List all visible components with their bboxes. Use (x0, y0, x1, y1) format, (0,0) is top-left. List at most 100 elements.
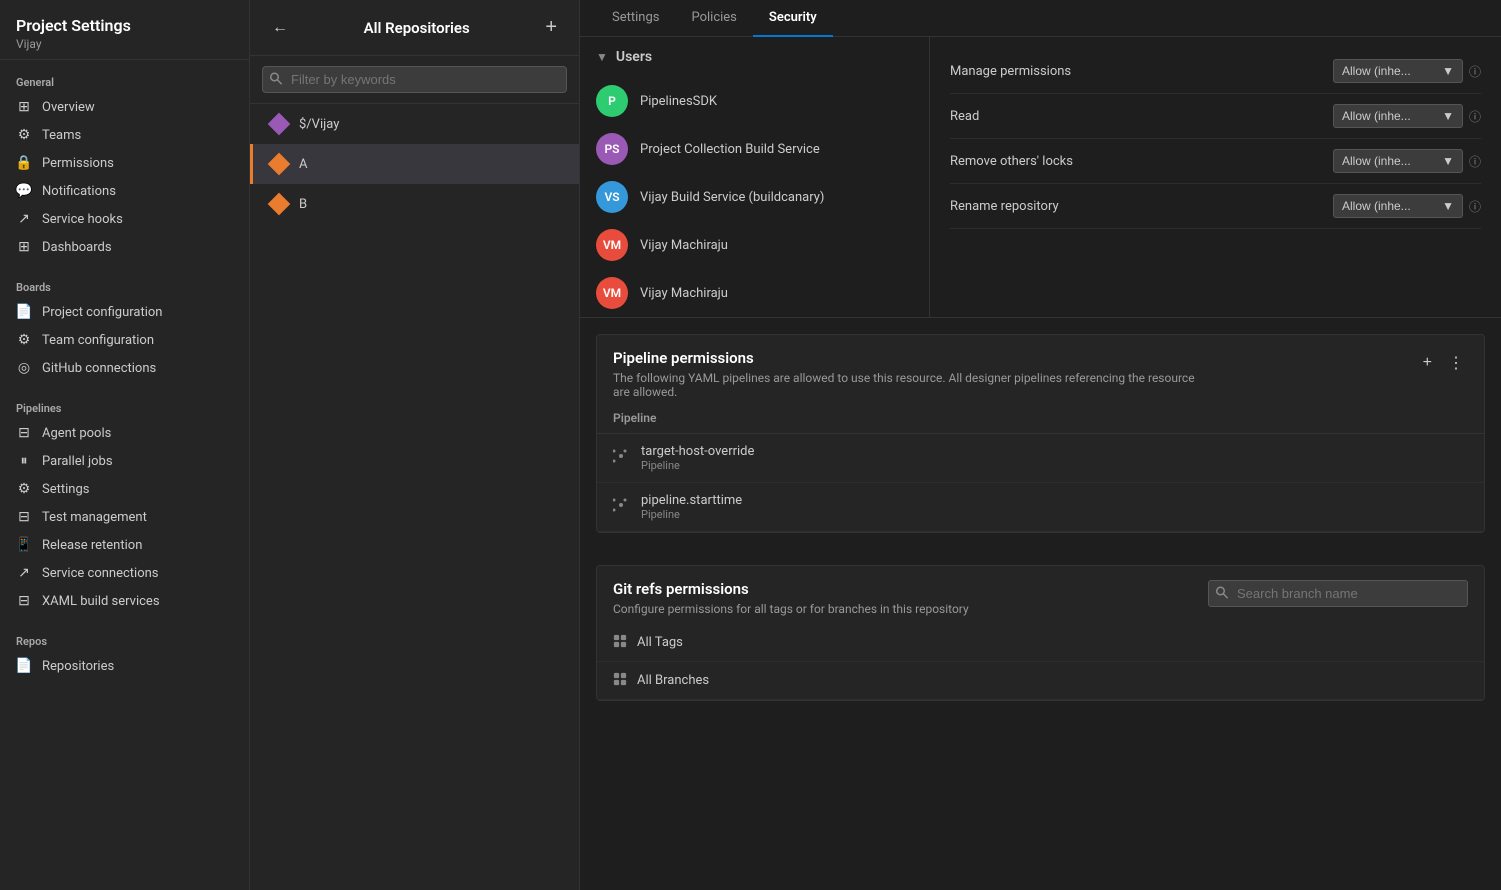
sidebar-item-project-configuration[interactable]: 📄 Project configuration (0, 298, 249, 326)
sidebar: Project Settings Vijay General ⊞ Overvie… (0, 0, 250, 890)
repo-item-a[interactable]: A (250, 144, 579, 184)
user-item-project-collection[interactable]: PS Project Collection Build Service (580, 125, 929, 173)
tab-policies[interactable]: Policies (675, 0, 752, 37)
avatar-pipelines-sdk: P (596, 85, 628, 117)
git-refs-desc: Configure permissions for all tags or fo… (613, 602, 969, 616)
permission-label-rename: Rename repository (950, 199, 1333, 214)
git-ref-name: All Branches (637, 673, 709, 688)
sidebar-item-agent-pools[interactable]: ⊟ Agent pools (0, 419, 249, 447)
sidebar-item-service-hooks[interactable]: ↗ Service hooks (0, 205, 249, 233)
user-name: PipelinesSDK (640, 94, 717, 109)
sidebar-item-label: GitHub connections (42, 361, 156, 376)
avatar-vijay-machiraju-2: VM (596, 277, 628, 309)
repo-panel-title: All Repositories (364, 19, 470, 37)
git-ref-icon (613, 672, 627, 689)
info-icon-read[interactable]: ⓘ (1469, 108, 1481, 125)
sidebar-item-settings[interactable]: ⚙ Settings (0, 475, 249, 503)
pipeline-item-target-host[interactable]: target-host-override Pipeline (597, 434, 1484, 483)
overview-icon: ⊞ (16, 99, 32, 115)
chevron-down-icon: ▼ (1442, 154, 1454, 168)
sidebar-item-label: Project configuration (42, 305, 162, 320)
sidebar-item-release-retention[interactable]: 📱 Release retention (0, 531, 249, 559)
main-content: Settings Policies Security ▼ Users P Pip… (580, 0, 1501, 890)
repo-list: $/Vijay A B (250, 104, 579, 890)
xaml-icon: ⊟ (16, 593, 32, 609)
sidebar-item-label: Test management (42, 510, 147, 525)
pipeline-permissions-card: Pipeline permissions The following YAML … (596, 334, 1485, 533)
release-retention-icon: 📱 (16, 537, 32, 553)
permission-row-remove-locks: Remove others' locks Allow (inhe... ▼ ⓘ (950, 139, 1481, 184)
info-icon-remove-locks[interactable]: ⓘ (1469, 153, 1481, 170)
chevron-down-icon: ▼ (1442, 109, 1454, 123)
sidebar-item-teams[interactable]: ⚙ Teams (0, 121, 249, 149)
service-connections-icon: ↗ (16, 565, 32, 581)
git-refs-text: Git refs permissions Configure permissio… (613, 580, 969, 616)
search-input-wrap (1208, 580, 1468, 607)
sidebar-item-label: Parallel jobs (42, 454, 113, 469)
repo-item-vijay[interactable]: $/Vijay (250, 104, 579, 144)
info-icon-manage[interactable]: ⓘ (1469, 63, 1481, 80)
permission-dropdown-btn-rename[interactable]: Allow (inhe... ▼ (1333, 194, 1463, 218)
repo-panel: ← All Repositories + $/Vijay A (250, 0, 580, 890)
user-item-pipelines-sdk[interactable]: P PipelinesSDK (580, 77, 929, 125)
add-pipeline-button[interactable]: + (1419, 349, 1436, 377)
sidebar-item-dashboards[interactable]: ⊞ Dashboards (0, 233, 249, 261)
more-pipeline-button[interactable]: ⋮ (1444, 349, 1468, 377)
sidebar-item-overview[interactable]: ⊞ Overview (0, 93, 249, 121)
sidebar-item-service-connections[interactable]: ↗ Service connections (0, 559, 249, 587)
repo-item-b[interactable]: B (250, 184, 579, 224)
sidebar-item-github-connections[interactable]: ◎ GitHub connections (0, 354, 249, 382)
sidebar-item-permissions[interactable]: 🔒 Permissions (0, 149, 249, 177)
repo-icon-a (269, 154, 289, 174)
users-panel-header[interactable]: ▼ Users (580, 37, 929, 77)
tab-security[interactable]: Security (753, 0, 833, 37)
permission-dropdown-btn-remove-locks[interactable]: Allow (inhe... ▼ (1333, 149, 1463, 173)
agent-pools-icon: ⊟ (16, 425, 32, 441)
permission-dropdown-btn-read[interactable]: Allow (inhe... ▼ (1333, 104, 1463, 128)
filter-input[interactable] (262, 66, 567, 93)
filter-input-wrap (250, 56, 579, 104)
sidebar-item-team-configuration[interactable]: ⚙ Team configuration (0, 326, 249, 354)
sidebar-section-label-repos: Repos (0, 631, 249, 652)
sidebar-title: Project Settings (16, 16, 233, 35)
parallel-jobs-icon: ⏸ (16, 453, 32, 469)
permission-dropdown-btn-manage[interactable]: Allow (inhe... ▼ (1333, 59, 1463, 83)
back-button[interactable]: ← (266, 17, 294, 39)
user-name: Vijay Machiraju (640, 286, 728, 301)
sidebar-item-repositories[interactable]: 📄 Repositories (0, 652, 249, 680)
permissions-panel: Manage permissions Allow (inhe... ▼ ⓘ Re… (930, 37, 1501, 317)
permission-label-read: Read (950, 109, 1333, 124)
pipeline-permissions-title: Pipeline permissions (613, 349, 1213, 367)
pipeline-card-header: Pipeline permissions The following YAML … (597, 335, 1484, 407)
tab-settings[interactable]: Settings (596, 0, 675, 37)
git-ref-item-all-tags[interactable]: All Tags (597, 624, 1484, 662)
sidebar-section-repos: Repos 📄 Repositories (0, 619, 249, 684)
service-hooks-icon: ↗ (16, 211, 32, 227)
permission-label-remove-locks: Remove others' locks (950, 154, 1333, 169)
sidebar-section-label-boards: Boards (0, 277, 249, 298)
branch-search-input[interactable] (1208, 580, 1468, 607)
user-item-vijay-machiraju-1[interactable]: VM Vijay Machiraju (580, 221, 929, 269)
sidebar-item-xaml-build[interactable]: ⊟ XAML build services (0, 587, 249, 615)
sidebar-item-label: Notifications (42, 184, 116, 199)
user-item-vijay-build-service[interactable]: VS Vijay Build Service (buildcanary) (580, 173, 929, 221)
sidebar-item-test-management[interactable]: ⊟ Test management (0, 503, 249, 531)
sidebar-item-label: Service connections (42, 566, 159, 581)
add-repo-button[interactable]: + (539, 14, 563, 41)
pipeline-info-target-host: target-host-override Pipeline (641, 444, 754, 472)
chevron-down-icon: ▼ (596, 50, 608, 64)
sidebar-subtitle: Vijay (16, 37, 233, 51)
sidebar-item-label: Settings (42, 482, 89, 497)
git-ref-icon (613, 634, 627, 651)
tabs-bar: Settings Policies Security (580, 0, 1501, 37)
info-icon-rename[interactable]: ⓘ (1469, 198, 1481, 215)
user-item-vijay-machiraju-2[interactable]: VM Vijay Machiraju (580, 269, 929, 317)
sidebar-item-parallel-jobs[interactable]: ⏸ Parallel jobs (0, 447, 249, 475)
git-ref-item-all-branches[interactable]: All Branches (597, 662, 1484, 700)
permission-label-manage: Manage permissions (950, 64, 1333, 79)
pipeline-item-starttime[interactable]: pipeline.starttime Pipeline (597, 483, 1484, 532)
notifications-icon: 💬 (16, 183, 32, 199)
sidebar-item-notifications[interactable]: 💬 Notifications (0, 177, 249, 205)
team-config-icon: ⚙ (16, 332, 32, 348)
avatar-project-collection: PS (596, 133, 628, 165)
